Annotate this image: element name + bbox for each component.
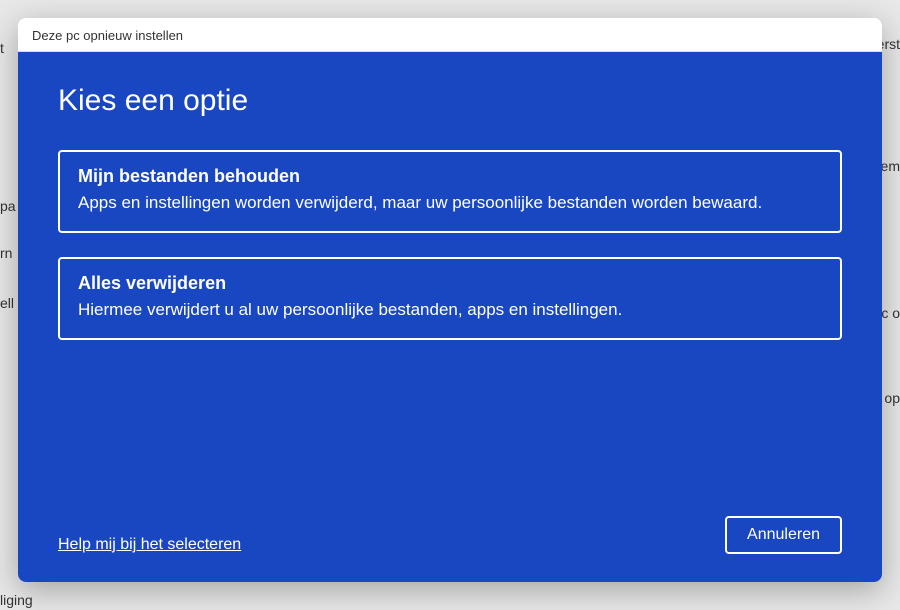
bg-text: liging: [0, 592, 33, 608]
option-remove-everything[interactable]: Alles verwijderen Hiermee verwijdert u a…: [58, 257, 842, 340]
dialog-footer: Help mij bij het selecteren Annuleren: [58, 516, 842, 554]
option-description: Hiermee verwijdert u al uw persoonlijke …: [78, 298, 822, 322]
option-keep-files[interactable]: Mijn bestanden behouden Apps en instelli…: [58, 150, 842, 233]
bg-text: rn: [0, 245, 12, 261]
dialog-titlebar: Deze pc opnieuw instellen: [18, 18, 882, 52]
help-link[interactable]: Help mij bij het selecteren: [58, 536, 241, 554]
option-title: Mijn bestanden behouden: [78, 166, 822, 187]
dialog-heading: Kies een optie: [58, 84, 842, 118]
dialog-title: Deze pc opnieuw instellen: [32, 28, 183, 43]
dialog-body: Kies een optie Mijn bestanden behouden A…: [18, 52, 882, 582]
bg-text: ell: [0, 295, 14, 311]
bg-text: t: [0, 40, 4, 56]
option-description: Apps en instellingen worden verwijderd, …: [78, 191, 822, 215]
bg-text: pa: [0, 198, 16, 214]
option-title: Alles verwijderen: [78, 273, 822, 294]
cancel-button[interactable]: Annuleren: [725, 516, 842, 554]
reset-pc-dialog: Deze pc opnieuw instellen Kies een optie…: [18, 18, 882, 582]
